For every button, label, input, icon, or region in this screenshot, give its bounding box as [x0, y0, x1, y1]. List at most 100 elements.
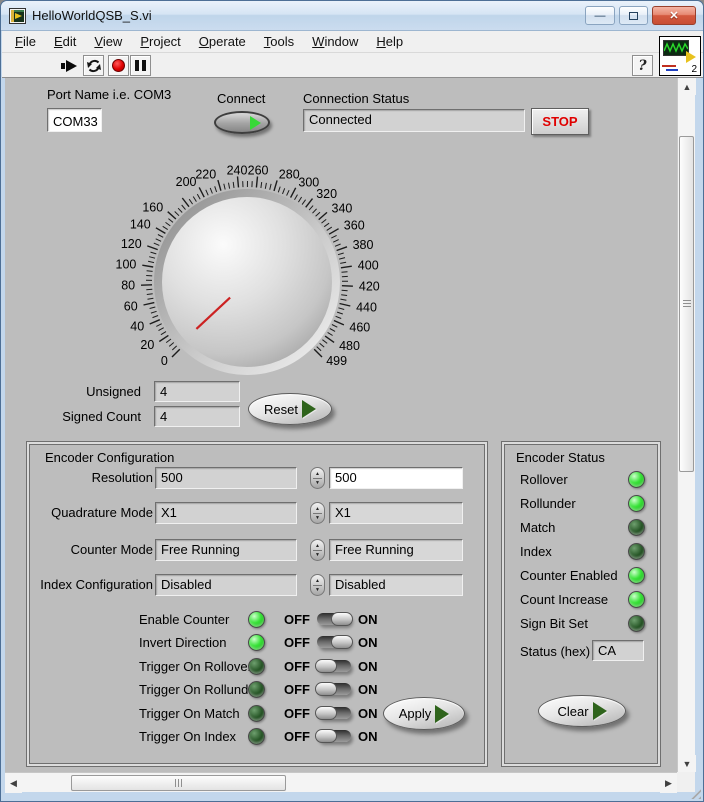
- wire-red: [662, 65, 676, 67]
- run-continuous-button[interactable]: [83, 55, 104, 76]
- svg-text:120: 120: [121, 237, 142, 251]
- switch-handle[interactable]: [315, 706, 337, 720]
- menu-window[interactable]: Window: [303, 32, 367, 51]
- count-dial[interactable]: 0204060801001201401602002202402602803003…: [109, 160, 389, 390]
- trigger-on-index-switch[interactable]: [315, 729, 353, 743]
- vertical-scroll-thumb[interactable]: [679, 136, 694, 472]
- quadrature-mode-spinner[interactable]: ▲▼: [310, 502, 325, 524]
- scroll-down-arrow[interactable]: ▼: [678, 755, 696, 772]
- off-label: OFF: [284, 659, 310, 674]
- minimize-icon: —: [595, 10, 606, 22]
- menu-tools[interactable]: Tools: [255, 32, 303, 51]
- svg-text:40: 40: [130, 319, 144, 333]
- off-label: OFF: [284, 612, 310, 627]
- restore-icon: [629, 12, 638, 20]
- svg-text:60: 60: [124, 299, 138, 313]
- count-increase-label: Count Increase: [520, 592, 608, 607]
- switch-handle[interactable]: [331, 612, 353, 626]
- menu-operate[interactable]: Operate: [190, 32, 255, 51]
- minimize-button[interactable]: —: [585, 6, 615, 25]
- clear-button[interactable]: Clear: [538, 695, 626, 727]
- spinner-up-icon[interactable]: ▲: [315, 471, 320, 477]
- resolution-control[interactable]: 500: [329, 467, 463, 489]
- spinner-up-icon[interactable]: ▲: [315, 578, 320, 584]
- svg-text:360: 360: [344, 219, 365, 233]
- off-label: OFF: [284, 706, 310, 721]
- run-button[interactable]: [59, 55, 80, 76]
- window-controls: — ✕: [581, 6, 696, 25]
- close-icon: ✕: [669, 9, 678, 22]
- spinner-down-icon[interactable]: ▼: [315, 480, 320, 486]
- horizontal-scrollbar: ◀ ▶: [5, 772, 677, 792]
- match-led: [628, 519, 645, 536]
- spinner-up-icon[interactable]: ▲: [315, 506, 320, 512]
- svg-text:440: 440: [356, 300, 377, 314]
- spinner-up-icon[interactable]: ▲: [315, 543, 320, 549]
- app-window: HelloWorldQSB_S.vi — ✕ File Edit View Pr…: [0, 0, 704, 802]
- switch-handle[interactable]: [315, 659, 337, 673]
- trigger-on-rollunder-switch[interactable]: [315, 682, 353, 696]
- pause-button[interactable]: [130, 55, 151, 76]
- toggle-row-trigger-rollunder: Trigger On Rollunder OFF ON: [27, 681, 487, 698]
- svg-text:380: 380: [353, 238, 374, 252]
- yellow-arrow-icon: [686, 51, 696, 63]
- counter-mode-spinner[interactable]: ▲▼: [310, 539, 325, 561]
- port-name-input[interactable]: [47, 108, 102, 132]
- close-button[interactable]: ✕: [652, 6, 696, 25]
- restore-button[interactable]: [619, 6, 648, 25]
- index-configuration-spinner[interactable]: ▲▼: [310, 574, 325, 596]
- menu-edit[interactable]: Edit: [45, 32, 85, 51]
- svg-text:160: 160: [142, 201, 163, 215]
- help-icon: ?: [638, 58, 646, 74]
- scrollbar-corner: [677, 772, 695, 792]
- resolution-spinner[interactable]: ▲▼: [310, 467, 325, 489]
- menu-file[interactable]: File: [6, 32, 45, 51]
- enable-counter-label: Enable Counter: [139, 612, 229, 627]
- status-row-rollover: Rollover: [502, 471, 660, 488]
- status-row-match: Match: [502, 519, 660, 536]
- switch-handle[interactable]: [331, 635, 353, 649]
- index-configuration-control[interactable]: Disabled: [329, 574, 463, 596]
- encoder-configuration-title: Encoder Configuration: [45, 450, 174, 465]
- trigger-on-match-switch[interactable]: [315, 706, 353, 720]
- reset-button[interactable]: Reset: [248, 393, 332, 425]
- scroll-left-arrow[interactable]: ◀: [5, 773, 22, 793]
- svg-text:480: 480: [339, 339, 360, 353]
- apply-button[interactable]: Apply: [383, 697, 465, 730]
- menu-project[interactable]: Project: [131, 32, 189, 51]
- spinner-down-icon[interactable]: ▼: [315, 552, 320, 558]
- clear-button-label: Clear: [557, 704, 588, 719]
- wire-blue: [666, 69, 678, 71]
- menu-help[interactable]: Help: [367, 32, 412, 51]
- switch-handle[interactable]: [315, 729, 337, 743]
- menu-view[interactable]: View: [85, 32, 131, 51]
- invert-direction-switch[interactable]: [315, 635, 353, 649]
- quadrature-mode-control[interactable]: X1: [329, 502, 463, 524]
- encoder-configuration-frame: Encoder Configuration Resolution 500 ▲▼ …: [26, 441, 488, 767]
- on-label: ON: [358, 729, 378, 744]
- clear-arrow-icon: [593, 702, 607, 720]
- horizontal-scroll-thumb[interactable]: [71, 775, 286, 791]
- context-help-button[interactable]: ?: [632, 55, 653, 76]
- trigger-on-rollover-switch[interactable]: [315, 659, 353, 673]
- window-title: HelloWorldQSB_S.vi: [32, 8, 152, 23]
- abort-button[interactable]: [108, 55, 129, 76]
- scroll-up-arrow[interactable]: ▲: [678, 78, 696, 95]
- index-configuration-indicator: Disabled: [155, 574, 297, 596]
- svg-text:260: 260: [248, 164, 269, 178]
- scroll-right-arrow[interactable]: ▶: [660, 773, 677, 793]
- switch-handle[interactable]: [315, 682, 337, 696]
- thumb-grip-icon: [683, 300, 691, 308]
- spinner-down-icon[interactable]: ▼: [315, 515, 320, 521]
- vi-panel-icon[interactable]: 2: [659, 36, 701, 76]
- stop-button[interactable]: STOP: [531, 108, 589, 135]
- connect-button[interactable]: [214, 111, 270, 134]
- toggle-row-invert-direction: Invert Direction OFF ON: [27, 634, 487, 651]
- index-label: Index: [520, 544, 552, 559]
- spinner-down-icon[interactable]: ▼: [315, 587, 320, 593]
- svg-text:0: 0: [161, 354, 168, 368]
- run-continuous-icon: [86, 58, 102, 74]
- enable-counter-switch[interactable]: [315, 612, 353, 626]
- on-label: ON: [358, 682, 378, 697]
- counter-mode-control[interactable]: Free Running: [329, 539, 463, 561]
